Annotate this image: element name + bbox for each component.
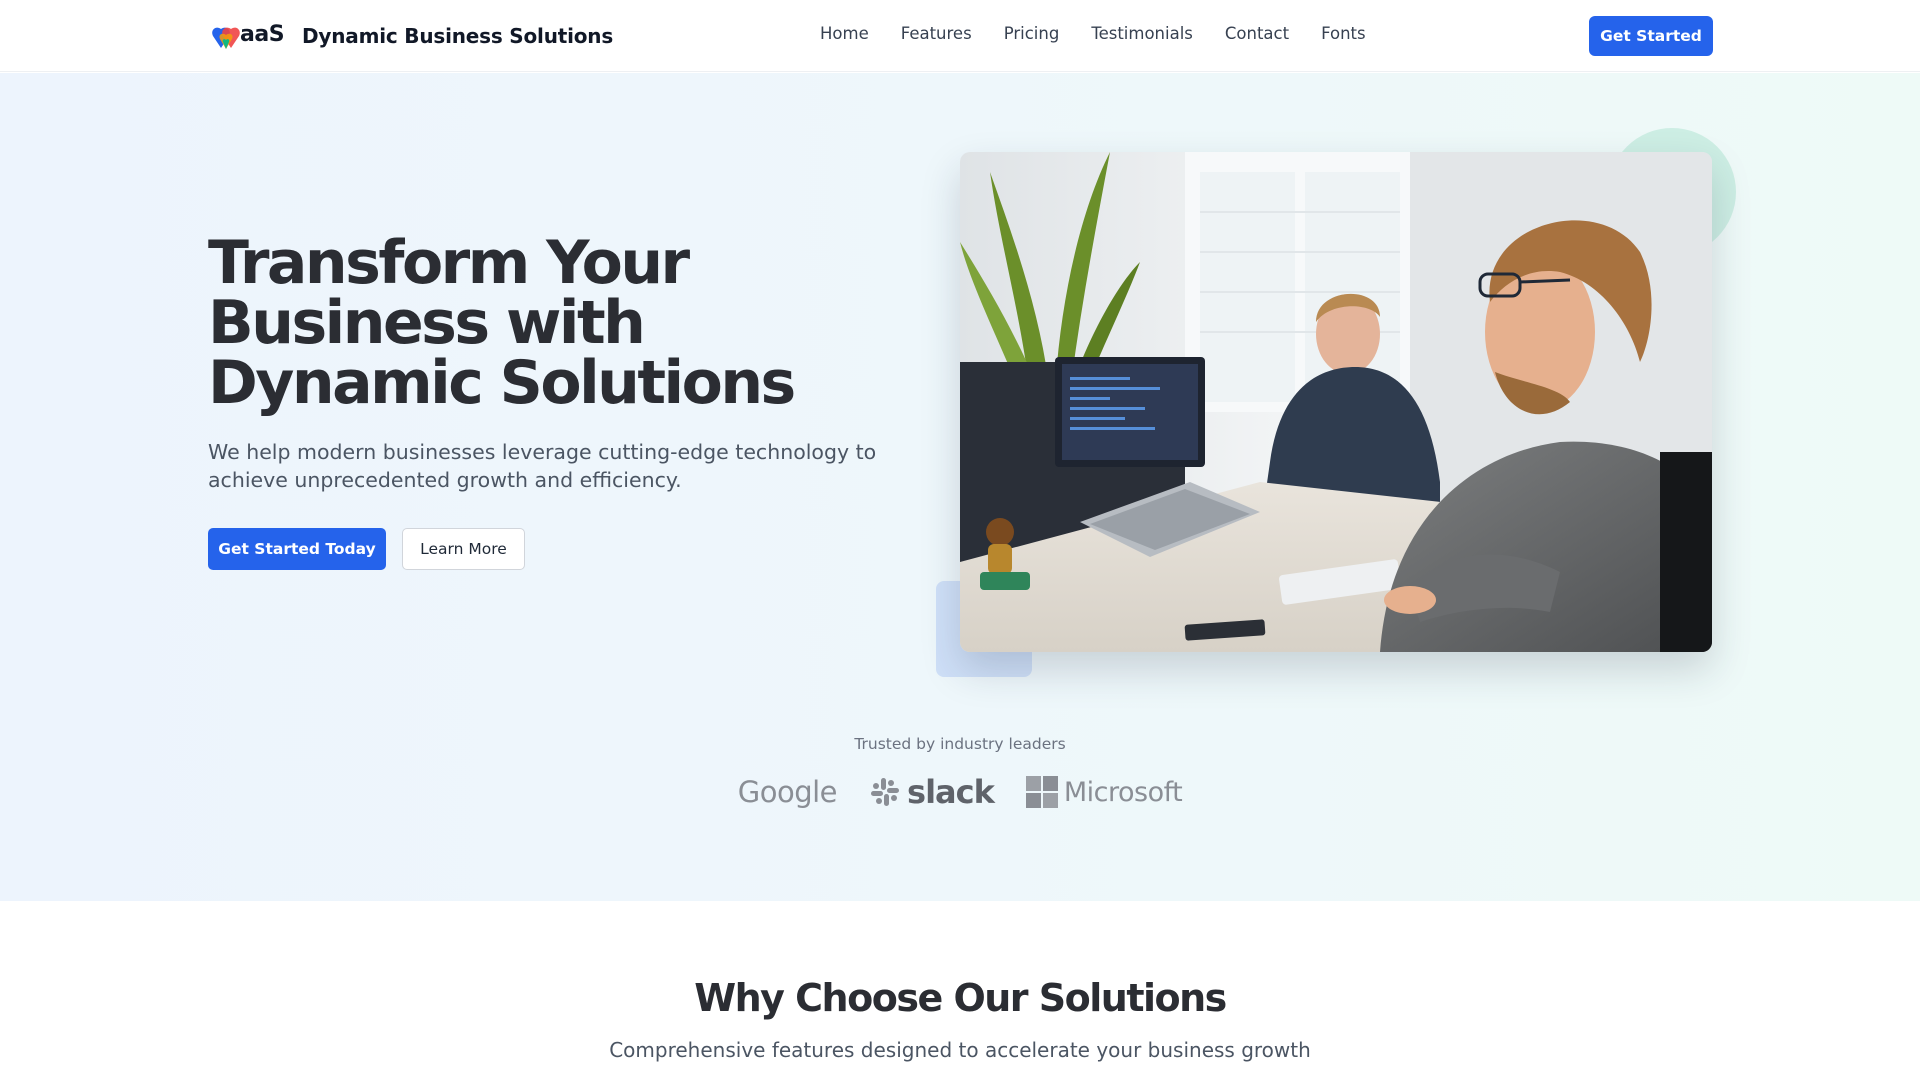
nav-links: Home Features Pricing Testimonials Conta… — [820, 24, 1366, 43]
features-section-subtitle: Comprehensive features designed to accel… — [609, 1038, 1311, 1062]
top-navbar: aaS Dynamic Business Solutions Home Feat… — [0, 0, 1920, 72]
partner-microsoft: Microsoft — [1025, 776, 1183, 808]
trusted-label: Trusted by industry leaders — [854, 735, 1066, 753]
nav-link-features[interactable]: Features — [901, 24, 972, 43]
get-started-today-button[interactable]: Get Started Today — [208, 528, 386, 570]
features-section-title: Why Choose Our Solutions — [694, 976, 1227, 1020]
slack-logo-icon — [871, 778, 900, 806]
slack-logo-text: slack — [907, 773, 995, 811]
brand[interactable]: aaS Dynamic Business Solutions — [210, 18, 613, 54]
hero-title: Transform Your Business with Dynamic Sol… — [208, 228, 796, 418]
hero-subtitle: We help modern businesses leverage cutti… — [208, 440, 877, 492]
nav-link-home[interactable]: Home — [820, 24, 869, 43]
nav-link-fonts[interactable]: Fonts — [1321, 24, 1366, 43]
nav-get-started-button[interactable]: Get Started — [1589, 16, 1713, 56]
logo-wordmark: aaS — [240, 22, 285, 47]
office-illustration — [960, 152, 1712, 652]
brand-name[interactable]: Dynamic Business Solutions — [302, 24, 613, 48]
nav-link-pricing[interactable]: Pricing — [1004, 24, 1060, 43]
microsoft-logo-text: Microsoft — [1063, 776, 1183, 808]
learn-more-button[interactable]: Learn More — [402, 528, 525, 570]
partner-google: Google — [737, 775, 838, 809]
brand-logo[interactable]: aaS — [210, 18, 288, 54]
google-logo-icon: Google — [737, 775, 838, 809]
nav-link-contact[interactable]: Contact — [1225, 24, 1289, 43]
nav-link-testimonials[interactable]: Testimonials — [1091, 24, 1193, 43]
hero-office-photo — [960, 152, 1712, 652]
partner-logos: Google slack Microsoft — [0, 773, 1920, 811]
microsoft-logo-icon — [1025, 776, 1058, 808]
partner-slack: slack — [869, 773, 995, 811]
hero-section: Transform Your Business with Dynamic Sol… — [0, 73, 1920, 901]
